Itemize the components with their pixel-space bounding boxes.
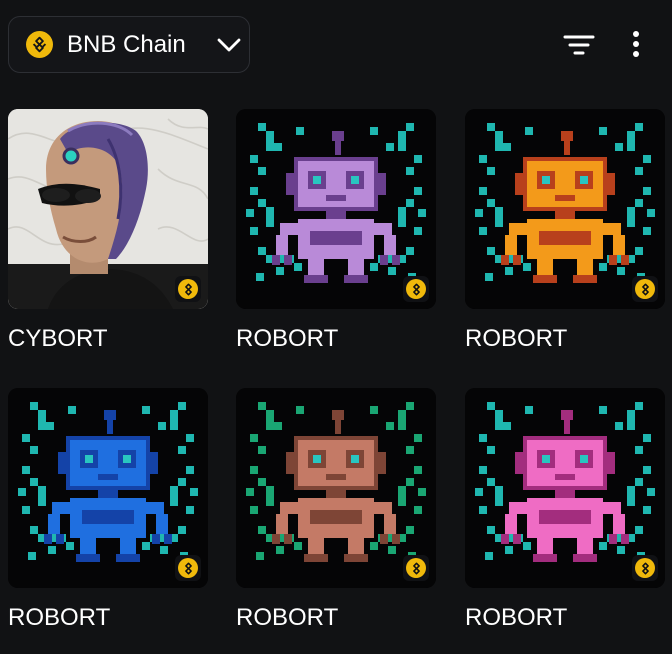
- chain-badge: [403, 555, 429, 581]
- bnb-chain-icon: [635, 279, 655, 299]
- bnb-chain-icon: [178, 279, 198, 299]
- bnb-chain-icon: [635, 558, 655, 578]
- nft-name: ROBORT: [8, 604, 111, 631]
- nft-thumbnail: [465, 388, 665, 588]
- nft-thumbnail: [8, 388, 208, 588]
- chain-badge: [632, 555, 658, 581]
- bnb-chain-icon: [406, 279, 426, 299]
- bnb-chain-icon: [406, 558, 426, 578]
- nft-name: ROBORT: [236, 604, 339, 631]
- chain-badge: [403, 276, 429, 302]
- chain-badge: [632, 276, 658, 302]
- chain-badge: [175, 555, 201, 581]
- nft-thumbnail: [236, 388, 436, 588]
- nft-thumbnail: [8, 109, 208, 309]
- nft-name: ROBORT: [465, 325, 568, 352]
- chain-badge: [175, 276, 201, 302]
- bnb-chain-icon: [178, 558, 198, 578]
- nft-name: ROBORT: [465, 604, 568, 631]
- nft-grid: CYBORT ROBORT ROBORT ROBORT ROBORT ROBOR…: [0, 0, 672, 654]
- nft-thumbnail: [465, 109, 665, 309]
- nft-thumbnail: [236, 109, 436, 309]
- nft-name: CYBORT: [8, 325, 108, 352]
- nft-name: ROBORT: [236, 325, 339, 352]
